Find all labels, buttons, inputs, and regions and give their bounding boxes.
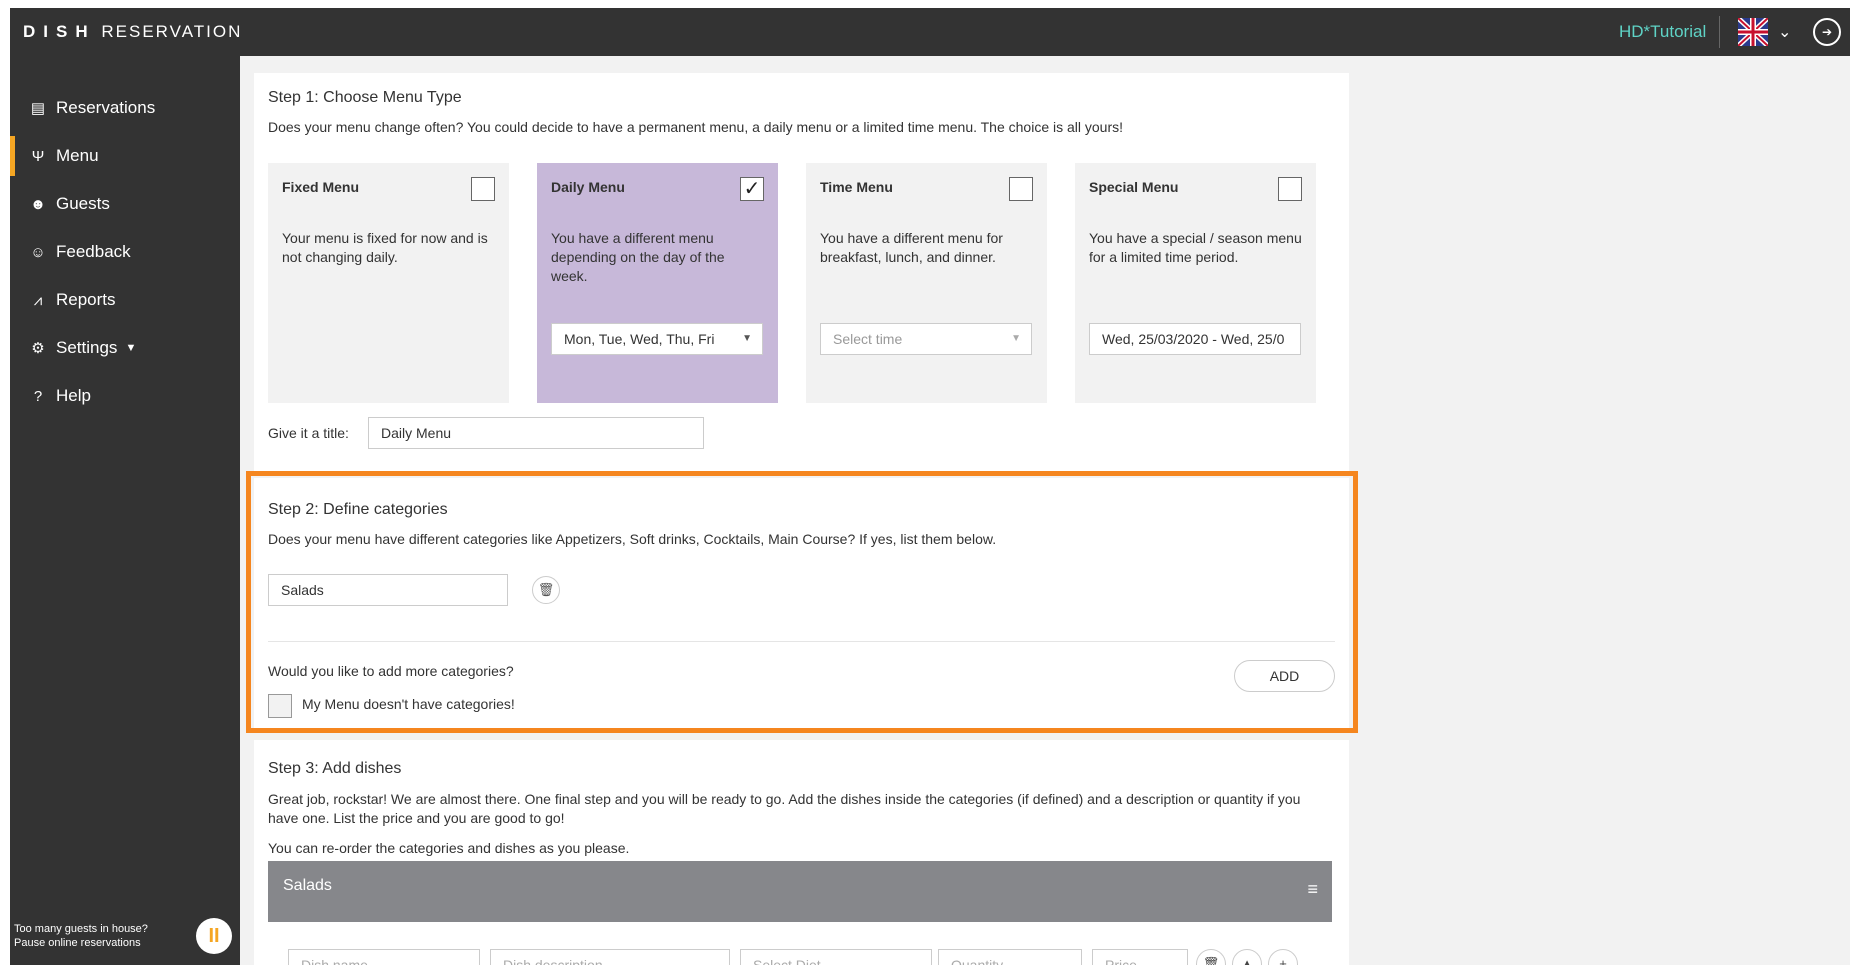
account-name[interactable]: HD*Tutorial bbox=[1619, 22, 1706, 42]
pause-text-line2: Pause online reservations bbox=[14, 937, 141, 949]
caret-down-icon: ▼ bbox=[742, 333, 752, 344]
arrow-up-icon: ▲ bbox=[1240, 956, 1254, 965]
step3-reorder-note: You can re-order the categories and dish… bbox=[268, 840, 630, 856]
pause-text-line1: Too many guests in house? bbox=[14, 923, 148, 935]
caret-down-icon: ▼ bbox=[125, 342, 137, 354]
step3-description: Great job, rockstar! We are almost there… bbox=[268, 791, 1301, 826]
pause-button[interactable]: II bbox=[196, 918, 232, 954]
step3-card: Step 3: Add dishes Great job, rockstar! … bbox=[254, 740, 1349, 965]
sidebar-item-reports[interactable]: ⩘ Reports bbox=[10, 280, 240, 320]
days-select[interactable]: Mon, Tue, Wed, Thu, Fri ▼ bbox=[551, 323, 763, 355]
menu-type-description: You have a different menu depending on t… bbox=[551, 230, 725, 284]
sidebar-item-menu[interactable]: Ψ Menu bbox=[10, 136, 240, 176]
logout-icon[interactable]: ➔ bbox=[1813, 18, 1841, 46]
menu-type-special[interactable]: Special Menu You have a special / season… bbox=[1075, 163, 1316, 403]
step1-description: Does your menu change often? You could d… bbox=[268, 119, 1124, 135]
sidebar-item-label: Settings bbox=[56, 338, 118, 357]
days-select-value: Mon, Tue, Wed, Thu, Fri bbox=[564, 331, 715, 347]
trash-icon: 🗑 bbox=[1202, 956, 1220, 965]
diet-select[interactable]: Select Diet bbox=[740, 949, 932, 965]
menu-title-input[interactable]: Daily Menu bbox=[368, 417, 704, 449]
sidebar-item-label: Menu bbox=[56, 146, 99, 165]
menu-type-checkbox[interactable]: ✓ bbox=[740, 177, 764, 201]
sidebar-item-label: Help bbox=[56, 386, 91, 405]
category-bar-salads[interactable]: Salads ≡ bbox=[268, 861, 1332, 922]
date-range-input[interactable]: Wed, 25/03/2020 - Wed, 25/0 bbox=[1089, 323, 1301, 355]
drag-handle-icon[interactable]: ≡ bbox=[1307, 879, 1318, 900]
smiley-icon: ☺ bbox=[30, 243, 46, 261]
users-icon: ☻ bbox=[30, 195, 46, 213]
uk-flag-icon[interactable] bbox=[1738, 18, 1768, 46]
menu-type-time[interactable]: Time Menu You have a different menu for … bbox=[806, 163, 1047, 403]
sidebar-item-help[interactable]: ? Help bbox=[10, 376, 240, 416]
gear-icon: ⚙ bbox=[31, 340, 45, 357]
dish-name-input[interactable]: Dish name bbox=[288, 949, 480, 965]
menu-type-title: Fixed Menu bbox=[282, 179, 360, 195]
chart-icon: ⩘ bbox=[33, 291, 43, 309]
sidebar-item-reservations[interactable]: ▤ Reservations bbox=[10, 88, 240, 128]
quantity-input[interactable]: Quantity bbox=[938, 949, 1082, 965]
step3-title: Step 3: Add dishes bbox=[268, 760, 402, 777]
step1-title: Step 1: Choose Menu Type bbox=[268, 89, 462, 106]
menu-type-checkbox[interactable] bbox=[471, 177, 495, 201]
sidebar-item-label: Guests bbox=[56, 194, 110, 213]
caret-down-icon: ▼ bbox=[1011, 333, 1021, 344]
menu-type-title: Time Menu bbox=[820, 179, 893, 195]
pause-reservations-text: Too many guests in house? Pause online r… bbox=[14, 922, 148, 950]
logo-reservation: RESERVATION bbox=[101, 22, 243, 41]
step2-highlight bbox=[246, 471, 1358, 733]
dish-description-input[interactable]: Dish description bbox=[490, 949, 730, 965]
menu-type-description: You have a special / season menu for a l… bbox=[1089, 230, 1302, 265]
sidebar-item-label: Reports bbox=[56, 290, 116, 309]
menu-type-description: Your menu is fixed for now and is not ch… bbox=[282, 230, 488, 265]
top-bar: DISH RESERVATION HD*Tutorial ⌄ ➔ bbox=[10, 8, 1850, 56]
logo[interactable]: DISH RESERVATION bbox=[23, 22, 242, 42]
logo-dish: DISH bbox=[23, 22, 96, 41]
menu-type-daily[interactable]: Daily Menu ✓ You have a different menu d… bbox=[537, 163, 778, 403]
title-label: Give it a title: bbox=[268, 425, 349, 441]
sidebar-item-feedback[interactable]: ☺ Feedback bbox=[10, 232, 240, 272]
price-input[interactable]: Price bbox=[1092, 949, 1188, 965]
chevron-down-icon[interactable]: ⌄ bbox=[1778, 22, 1791, 42]
time-select[interactable]: Select time ▼ bbox=[820, 323, 1032, 355]
checkmark-icon: ✓ bbox=[743, 178, 761, 200]
sidebar-item-label: Feedback bbox=[56, 242, 131, 261]
step1-card: Step 1: Choose Menu Type Does your menu … bbox=[254, 73, 1349, 471]
menu-type-checkbox[interactable] bbox=[1278, 177, 1302, 201]
topbar-divider bbox=[1719, 16, 1720, 48]
sidebar-item-settings[interactable]: ⚙ Settings ▼ bbox=[10, 328, 240, 368]
menu-type-description: You have a different menu for breakfast,… bbox=[820, 230, 1003, 265]
book-icon: ▤ bbox=[30, 100, 46, 117]
fork-knife-icon: Ψ bbox=[31, 147, 45, 165]
app-frame: DISH RESERVATION HD*Tutorial ⌄ ➔ ▤ Reser… bbox=[10, 8, 1850, 965]
menu-type-checkbox[interactable] bbox=[1009, 177, 1033, 201]
menu-type-fixed[interactable]: Fixed Menu Your menu is fixed for now an… bbox=[268, 163, 509, 403]
sidebar: ▤ Reservations Ψ Menu ☻ Guests ☺ Feedbac… bbox=[10, 56, 240, 965]
sidebar-item-guests[interactable]: ☻ Guests bbox=[10, 184, 240, 224]
category-name: Salads bbox=[283, 877, 332, 894]
menu-type-title: Daily Menu bbox=[551, 179, 625, 195]
plus-icon: + bbox=[1279, 956, 1287, 965]
menu-type-title: Special Menu bbox=[1089, 179, 1179, 195]
help-icon: ? bbox=[33, 387, 43, 405]
time-select-placeholder: Select time bbox=[833, 331, 903, 347]
date-range-value: Wed, 25/03/2020 - Wed, 25/0 bbox=[1102, 331, 1285, 347]
sidebar-item-label: Reservations bbox=[56, 98, 156, 117]
